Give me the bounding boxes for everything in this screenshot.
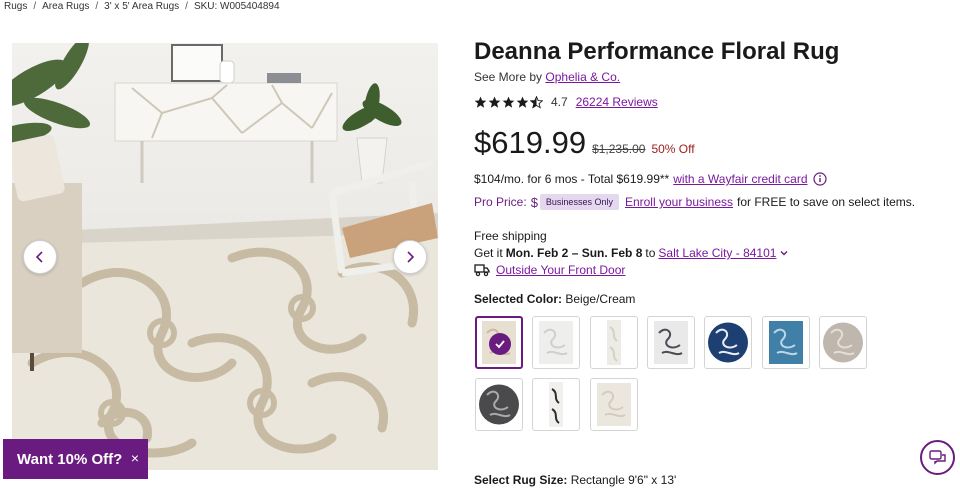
star-icon [516, 96, 529, 108]
swatch-thumbnail [708, 322, 748, 363]
promo-label: Want 10% Off? [17, 450, 123, 468]
chat-button[interactable] [920, 440, 955, 475]
swatch-thumbnail [549, 382, 563, 427]
delivery-estimate: Get it Mon. Feb 2 – Sun. Feb 8 to Salt L… [474, 246, 789, 260]
selected-color-label: Selected Color: [474, 292, 563, 306]
selected-color: Selected Color: Beige/Cream [474, 292, 635, 306]
swatch-thumbnail [597, 383, 631, 426]
rug-size-value: Rectangle 9'6" x 13' [570, 473, 677, 487]
to-label: to [645, 246, 656, 260]
free-shipping-text: Free shipping [474, 229, 547, 243]
businesses-only-badge: Businesses Only [539, 194, 619, 210]
product-title: Deanna Performance Floral Rug [474, 38, 840, 65]
swatch-thumbnail [539, 321, 573, 364]
sku-text: SKU: W005404894 [193, 1, 280, 12]
star-icon [488, 96, 501, 108]
chevron-left-icon [35, 251, 43, 263]
rug-size-label: Select Rug Size: [474, 473, 568, 487]
rating-row: 4.7 26224 Reviews [474, 94, 658, 110]
star-icon [474, 96, 487, 108]
swatch-thumbnail [654, 321, 688, 364]
color-swatch-grey-white[interactable] [647, 316, 695, 369]
pro-price-label: Pro Price: [474, 195, 527, 209]
half-star-icon [530, 95, 543, 109]
truck-icon [474, 264, 490, 277]
color-swatch-cream-runner[interactable] [590, 316, 638, 369]
info-icon[interactable] [812, 172, 827, 186]
breadcrumb-separator: / [95, 1, 99, 12]
pro-price-dollar: $ [530, 194, 538, 210]
financing-row: $104/mo. for 6 mos - Total $619.99** wit… [474, 172, 827, 186]
color-swatch-taupe-round[interactable] [819, 316, 867, 369]
see-more-prefix: See More by [474, 70, 543, 84]
chevron-down-icon[interactable] [779, 248, 789, 258]
color-swatch-ivory[interactable] [590, 378, 638, 431]
enroll-business-link[interactable]: Enroll your business [625, 195, 733, 209]
color-swatch-navy-round[interactable] [704, 316, 752, 369]
rug-room-photo [12, 43, 438, 470]
credit-card-link[interactable]: with a Wayfair credit card [673, 172, 807, 186]
color-swatch-beige-cream[interactable] [475, 316, 523, 369]
select-rug-size: Select Rug Size: Rectangle 9'6" x 13' [474, 473, 676, 487]
breadcrumb-separator: / [185, 1, 188, 12]
star-icon [502, 96, 515, 108]
promo-close-button[interactable]: × [131, 450, 139, 466]
gallery-prev-button[interactable] [23, 240, 57, 274]
sale-price: $619.99 [474, 125, 587, 160]
swatch-thumbnail [479, 384, 519, 425]
swatch-thumbnail [769, 321, 803, 364]
brand-link[interactable]: Ophelia & Co. [545, 70, 620, 84]
discount-promo-banner[interactable]: Want 10% Off? × [3, 439, 148, 479]
color-swatch-blue[interactable] [762, 316, 810, 369]
star-rating [474, 95, 543, 109]
delivery-dates: Mon. Feb 2 – Sun. Feb 8 [505, 246, 643, 260]
get-it-label: Get it [474, 246, 503, 260]
product-image[interactable] [12, 43, 438, 470]
breadcrumb-separator: / [33, 1, 37, 12]
delivery-method-link[interactable]: Outside Your Front Door [496, 263, 625, 277]
color-swatch-cream-black-runner[interactable] [532, 378, 580, 431]
breadcrumb: Rugs / Area Rugs / 3' x 5' Area Rugs / S… [4, 0, 280, 13]
reviews-link[interactable]: 26224 Reviews [576, 95, 658, 109]
pro-price-row: Pro Price: $ Businesses Only Enroll your… [474, 194, 915, 210]
color-swatch-cream-white[interactable] [532, 316, 580, 369]
gallery-next-button[interactable] [393, 240, 427, 274]
chevron-right-icon [407, 251, 415, 263]
pro-price-suffix: for FREE to save on select items. [737, 195, 916, 209]
delivery-method: Outside Your Front Door [474, 263, 625, 277]
financing-text: $104/mo. for 6 mos - Total $619.99** [474, 172, 670, 186]
price-row: $619.99 $1,235.00 50% Off [474, 125, 695, 161]
see-more-by: See More by Ophelia & Co. [474, 70, 620, 84]
rating-value: 4.7 [551, 95, 568, 109]
original-price: $1,235.00 [592, 142, 646, 156]
color-swatch-charcoal-round[interactable] [475, 378, 523, 431]
discount-percent: 50% Off [651, 142, 695, 156]
swatch-thumbnail [823, 322, 863, 363]
chat-icon [928, 449, 946, 465]
selected-color-value: Beige/Cream [565, 292, 636, 306]
breadcrumb-rugs[interactable]: Rugs [4, 1, 27, 12]
breadcrumb-size[interactable]: 3' x 5' Area Rugs [104, 1, 179, 12]
selected-check-icon [489, 333, 511, 355]
swatch-thumbnail [607, 320, 621, 365]
breadcrumb-area-rugs[interactable]: Area Rugs [42, 1, 89, 12]
location-link[interactable]: Salt Lake City - 84101 [658, 246, 776, 260]
